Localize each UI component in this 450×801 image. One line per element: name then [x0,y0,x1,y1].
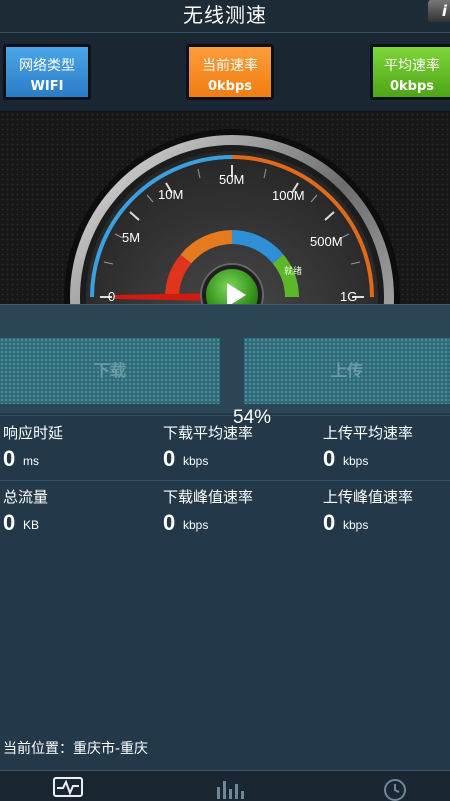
current-speed-button[interactable]: 当前速率 0kbps [186,44,274,100]
scale-label-50m: 50M [219,172,244,187]
upload-peak-stat: 上传峰值速率 0 kbps [320,480,450,544]
network-type-button[interactable]: 网络类型 WIFI [3,44,91,100]
latency-value: 0 [3,446,16,471]
upload-label: 上传 [330,361,363,380]
stats-row-2: 总流量 0 KB 下载峰值速率 0 kbps 上传峰值速率 0 kbps [0,480,450,544]
title-bar: 无线测速 i [0,0,450,33]
upload-peak-value: 0 [323,510,336,535]
upload-avg-stat: 上传平均速率 0 kbps [320,416,450,480]
total-traffic-stat: 总流量 0 KB [0,480,160,544]
network-type-value: WIFI [30,79,64,94]
download-peak-value: 0 [163,510,176,535]
latency-stat: 响应时延 0 ms [0,416,160,480]
upload-avg-value: 0 [323,446,336,471]
upload-peak-label: 上传峰值速率 [323,488,414,506]
clock-history-icon [384,779,406,801]
scale-label-100m: 100M [272,188,305,203]
upload-avg-unit: kbps [343,454,369,468]
info-bar: 网络类型 WIFI 当前速率 0kbps 平均速率 0kbps [0,33,450,112]
current-speed-value: 0kbps [207,79,253,94]
average-speed-button[interactable]: 平均速率 0kbps [370,44,450,100]
network-type-label: 网络类型 [19,58,75,74]
download-peak-unit: kbps [183,518,209,532]
download-avg-unit: kbps [183,454,209,468]
download-peak-label: 下载峰值速率 [163,488,254,506]
scale-label-5m: 5M [122,230,140,245]
info-corner-icon[interactable]: i [428,0,450,22]
download-indicator: 下载 [0,338,220,404]
test-panel: 下载 上传 [0,304,450,413]
latency-label: 响应时延 [3,424,64,442]
download-avg-value: 0 [163,446,176,471]
download-label: 下载 [93,361,126,380]
nav-statistics[interactable] [150,771,300,801]
scale-label-1g: 1G [340,289,357,304]
current-speed-label: 当前速率 [202,58,258,74]
nav-history[interactable] [300,771,450,801]
nav-speed-test[interactable] [0,771,150,801]
play-icon [227,283,246,304]
bottom-nav [0,770,450,801]
total-traffic-unit: KB [23,518,40,532]
pulse-monitor-icon [53,777,83,797]
current-location: 当前位置：重庆市-重庆 [3,741,149,757]
latency-unit: ms [23,454,39,468]
total-traffic-label: 总流量 [3,488,49,506]
average-speed-value: 0kbps [389,79,435,94]
average-speed-label: 平均速率 [384,58,440,74]
total-traffic-value: 0 [3,510,16,535]
scale-label-10m: 10M [158,187,183,202]
download-peak-stat: 下载峰值速率 0 kbps [160,480,320,544]
scale-label-500m: 500M [310,234,343,249]
page-title: 无线测速 [183,3,267,27]
upload-peak-unit: kbps [343,518,369,532]
bar-chart-icon [217,781,244,799]
stats-row-1: 响应时延 0 ms 下载平均速率 0 kbps 上传平均速率 0 kbps [0,415,450,481]
speed-gauge: 0 5M 10M 50M 100M 500M 1G 就绪 [0,112,450,304]
progress-percentage: 54% [233,407,272,428]
status-badge: 就绪 [284,265,302,277]
scale-label-0: 0 [108,289,115,304]
upload-avg-label: 上传平均速率 [323,424,414,442]
upload-indicator: 上传 [244,338,450,404]
